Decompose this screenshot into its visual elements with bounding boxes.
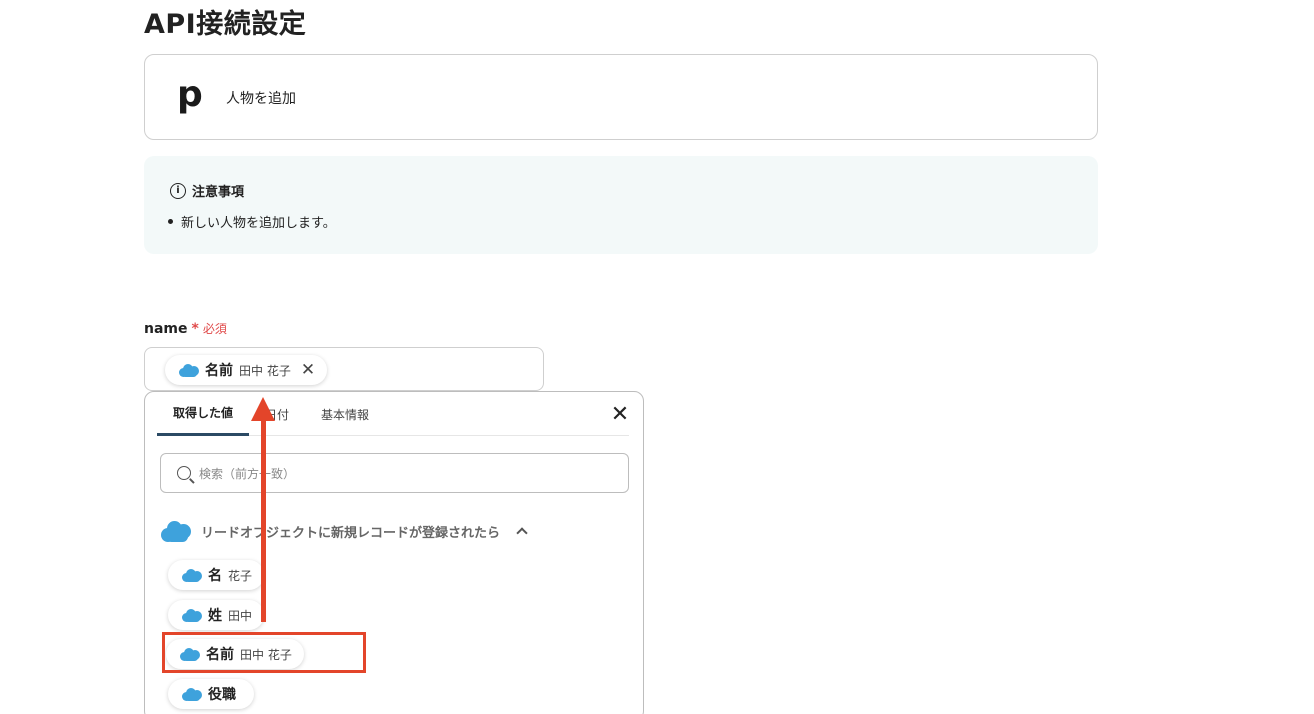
salesforce-cloud-icon: [182, 568, 202, 582]
notice-item-text: 新しい人物を追加します。: [181, 216, 336, 231]
annotation-arrow-shaft: [261, 418, 266, 622]
group-title: リードオブジェクトに新規レコードが登録されたら: [201, 525, 501, 541]
chip-name: 名前: [205, 363, 233, 379]
list-item[interactable]: 姓 田中: [168, 600, 265, 630]
bullet-icon: [168, 219, 173, 224]
annotation-highlight-box: [162, 632, 366, 673]
list-item[interactable]: 名 花子: [168, 560, 265, 590]
required-asterisk: *: [191, 321, 199, 337]
field-label: name * 必須: [144, 320, 227, 337]
notice-heading: i 注意事項: [170, 181, 244, 200]
app-action-card: p 人物を追加: [144, 54, 1098, 140]
close-dropdown-icon[interactable]: ✕: [609, 404, 631, 426]
notice-heading-text: 注意事項: [192, 185, 245, 200]
field-label-text: name: [144, 321, 188, 337]
info-icon: i: [170, 182, 186, 199]
search-icon: [177, 466, 191, 480]
required-text: 必須: [202, 322, 227, 336]
salesforce-cloud-icon: [161, 520, 191, 542]
salesforce-cloud-icon: [182, 687, 202, 701]
list-item[interactable]: 役職: [168, 679, 254, 709]
selected-value-chip[interactable]: 名前 田中 花子 ✕: [165, 355, 328, 385]
page-title: API接続設定: [144, 9, 307, 40]
search-placeholder: 検索（前方一致）: [199, 466, 296, 481]
notice-panel: i 注意事項 新しい人物を追加します。: [144, 156, 1098, 254]
item-name: 役職: [208, 687, 236, 703]
close-icon[interactable]: ✕: [301, 361, 315, 379]
annotation-arrow-head: [251, 397, 275, 421]
item-value: 田中: [228, 608, 253, 623]
trigger-group-header[interactable]: リードオブジェクトに新規レコードが登録されたら: [161, 520, 528, 542]
pipedrive-logo: p: [177, 74, 203, 115]
name-input[interactable]: 名前 田中 花子 ✕: [144, 347, 544, 391]
tab-acquired-values[interactable]: 取得した値: [157, 392, 250, 436]
salesforce-cloud-icon: [182, 608, 202, 622]
item-name: 姓: [208, 608, 222, 624]
chevron-up-icon: [516, 527, 528, 539]
chip-value: 田中 花子: [239, 363, 291, 378]
item-name: 名: [208, 568, 222, 584]
picker-tabs: 取得した値 日付 基本情報: [157, 392, 629, 436]
item-value: 花子: [228, 568, 253, 583]
tab-basic-info[interactable]: 基本情報: [305, 392, 385, 436]
notice-item: 新しい人物を追加します。: [168, 212, 336, 231]
search-input[interactable]: 検索（前方一致）: [160, 453, 629, 493]
app-action-label: 人物を追加: [226, 91, 296, 107]
salesforce-cloud-icon: [179, 363, 199, 377]
